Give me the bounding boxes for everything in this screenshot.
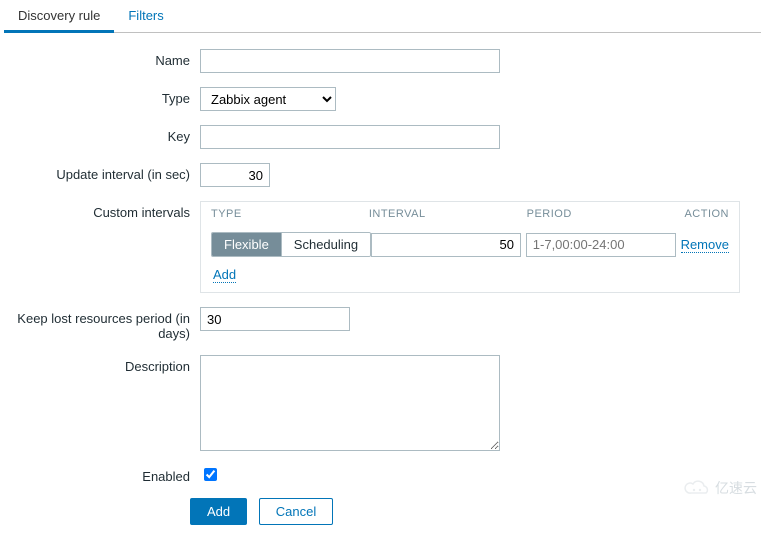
- label-name: Name: [0, 49, 200, 68]
- label-keep-lost: Keep lost resources period (in days): [0, 307, 200, 341]
- ci-remove-link[interactable]: Remove: [681, 237, 729, 253]
- tabs: Discovery rule Filters: [4, 0, 761, 33]
- label-custom-intervals: Custom intervals: [0, 201, 200, 220]
- label-update-interval: Update interval (in sec): [0, 163, 200, 182]
- label-description: Description: [0, 355, 200, 374]
- name-input[interactable]: [200, 49, 500, 73]
- custom-intervals-box: TYPE INTERVAL PERIOD ACTION Flexible Sch…: [200, 201, 740, 293]
- ci-add-link[interactable]: Add: [213, 267, 236, 283]
- label-enabled: Enabled: [0, 465, 200, 484]
- type-select[interactable]: Zabbix agent: [200, 87, 336, 111]
- label-type: Type: [0, 87, 200, 106]
- tab-discovery-rule[interactable]: Discovery rule: [4, 0, 114, 33]
- tab-filters[interactable]: Filters: [114, 0, 177, 33]
- cloud-icon: [683, 479, 711, 497]
- ci-seg-flexible[interactable]: Flexible: [212, 233, 281, 256]
- key-input[interactable]: [200, 125, 500, 149]
- description-textarea[interactable]: [200, 355, 500, 451]
- keep-lost-input[interactable]: [200, 307, 350, 331]
- ci-interval-input[interactable]: [371, 233, 521, 257]
- form: Name Type Zabbix agent Key Update interv…: [0, 33, 765, 535]
- ci-period-input[interactable]: [526, 233, 676, 257]
- ci-header-period: PERIOD: [527, 208, 685, 220]
- ci-seg-scheduling[interactable]: Scheduling: [281, 233, 370, 256]
- ci-header-type: TYPE: [211, 208, 369, 220]
- enabled-checkbox[interactable]: [204, 468, 217, 481]
- watermark: 亿速云: [683, 478, 757, 498]
- watermark-text: 亿速云: [715, 478, 757, 498]
- ci-header-interval: INTERVAL: [369, 208, 527, 220]
- ci-header-action: ACTION: [684, 208, 729, 220]
- update-interval-input[interactable]: [200, 163, 270, 187]
- ci-type-segmented: Flexible Scheduling: [211, 232, 371, 257]
- ci-row: Flexible Scheduling Remove: [201, 226, 739, 263]
- label-key: Key: [0, 125, 200, 144]
